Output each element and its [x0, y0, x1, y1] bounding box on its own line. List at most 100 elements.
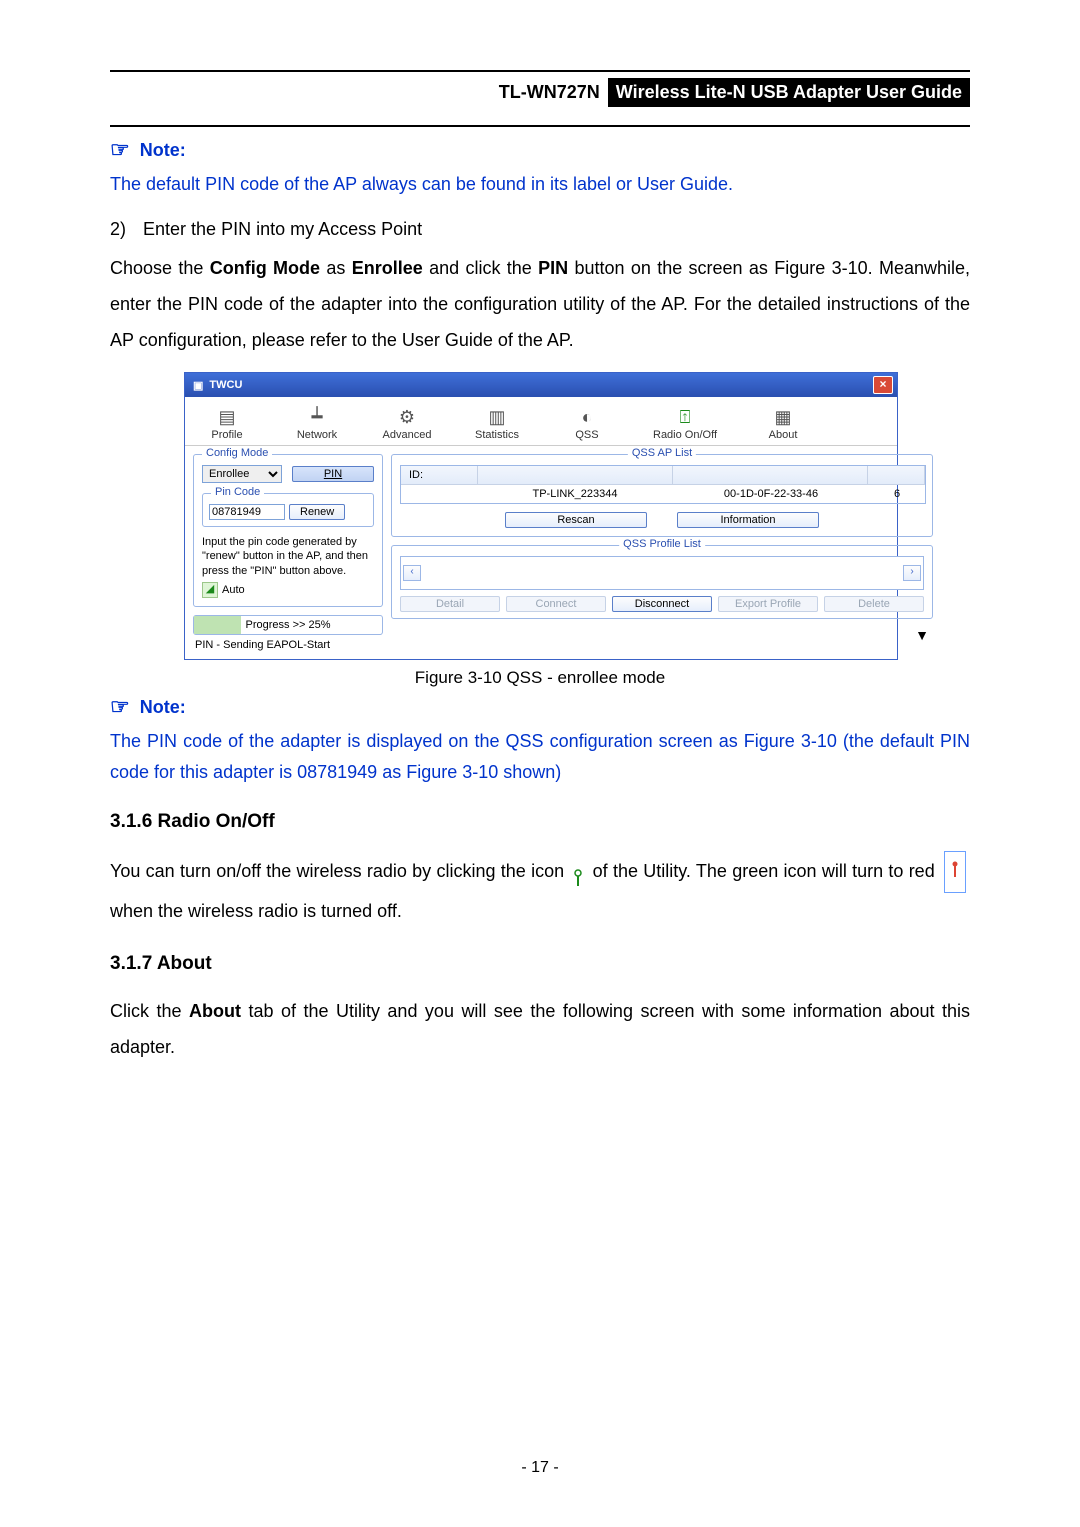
export-profile-button[interactable]: Export Profile	[718, 596, 818, 612]
ap-row[interactable]: TP-LINK_223344 00-1D-0F-22-33-46 6	[401, 485, 925, 503]
section-radio-title: 3.1.6 Radio On/Off	[110, 811, 970, 833]
profile-list-box: ‹ ›	[400, 556, 924, 590]
antenna-red-icon-box	[944, 851, 966, 893]
l: PIN	[324, 468, 342, 480]
tab-profile[interactable]: ▤Profile	[195, 405, 259, 441]
twcu-window: ▣ TWCU × ▤Profile ┷Network ⚙Advanced ▥St…	[184, 372, 898, 660]
cell-bssid: 00-1D-0F-22-33-46	[673, 485, 869, 503]
pin-hint: Input the pin code generated by "renew" …	[202, 535, 374, 578]
connect-button[interactable]: Connect	[506, 596, 606, 612]
tab-network[interactable]: ┷Network	[285, 405, 349, 441]
t: You can turn on/off the wireless radio b…	[110, 861, 569, 881]
detail-button[interactable]: Detail	[400, 596, 500, 612]
t: Choose the	[110, 258, 210, 278]
auto-icon[interactable]: ◢	[202, 582, 218, 598]
config-mode-group: Config Mode Enrollee PIN Pin Code Renew	[193, 454, 383, 607]
t: Click the	[110, 1001, 189, 1021]
qss-icon: ◐	[555, 405, 619, 429]
disconnect-button[interactable]: Disconnect	[612, 596, 712, 612]
figure-310: ▣ TWCU × ▤Profile ┷Network ⚙Advanced ▥St…	[184, 372, 896, 688]
auto-row: ◢ Auto	[202, 582, 374, 598]
gear-icon: ⚙	[375, 405, 439, 429]
delete-button[interactable]: Delete	[824, 596, 924, 612]
t: as	[320, 258, 352, 278]
right-column: QSS AP List ID: TP-LINK_223344	[391, 454, 933, 651]
qss-profile-list-title: QSS Profile List	[619, 538, 705, 550]
chevron-down-icon[interactable]: ▼	[391, 627, 933, 643]
section-about-para: Click the About tab of the Utility and y…	[110, 993, 970, 1065]
twcu-body: Config Mode Enrollee PIN Pin Code Renew	[185, 446, 897, 659]
pin-code-title: Pin Code	[211, 486, 264, 498]
config-mode-select[interactable]: Enrollee	[202, 465, 282, 483]
pin-code-group: Pin Code Renew	[202, 493, 374, 527]
auto-label: Auto	[222, 584, 245, 596]
rescan-button[interactable]: Rescan	[505, 512, 647, 528]
note-label: Note:	[140, 697, 186, 718]
l: About	[751, 429, 815, 441]
tab-statistics[interactable]: ▥Statistics	[465, 405, 529, 441]
section-radio-para: You can turn on/off the wireless radio b…	[110, 851, 970, 929]
t: and click the	[423, 258, 538, 278]
close-icon[interactable]: ×	[873, 376, 893, 394]
left-column: Config Mode Enrollee PIN Pin Code Renew	[193, 454, 383, 651]
step-number: 2)	[110, 214, 138, 245]
note-text-1: The default PIN code of the AP always ca…	[110, 169, 970, 200]
col-ssid	[478, 466, 673, 484]
note-heading-1: ☞ Note:	[110, 137, 970, 163]
document-page: TL-WN727N Wireless Lite-N USB Adapter Us…	[0, 0, 1080, 1527]
tab-radio[interactable]: ⍐Radio On/Off	[645, 405, 725, 441]
step-2: 2) Enter the PIN into my Access Point	[110, 214, 970, 245]
pointing-hand-icon: ☞	[110, 137, 130, 163]
para-choose: Choose the Config Mode as Enrollee and c…	[110, 250, 970, 358]
pin-button[interactable]: PIN	[292, 466, 374, 482]
header-model: TL-WN727N	[499, 82, 600, 103]
tab-advanced[interactable]: ⚙Advanced	[375, 405, 439, 441]
cell-id	[401, 485, 477, 503]
ap-btn-row: Rescan Information	[400, 512, 924, 528]
antenna-green-icon: ⍐	[645, 405, 725, 429]
t: Config Mode	[210, 258, 320, 278]
profile-icon: ▤	[195, 405, 259, 429]
page-number: - 17 -	[0, 1459, 1080, 1477]
qss-profile-list-group: QSS Profile List ‹ › Detail Connect Disc…	[391, 545, 933, 619]
pin-code-input[interactable]	[209, 504, 285, 520]
pointing-hand-icon: ☞	[110, 694, 130, 720]
step-text: Enter the PIN into my Access Point	[143, 219, 422, 239]
status-text: PIN - Sending EAPOL-Start	[193, 639, 383, 651]
t: About	[189, 1001, 241, 1021]
renew-button[interactable]: Renew	[289, 504, 345, 520]
config-mode-title: Config Mode	[202, 447, 272, 459]
qss-ap-list-title: QSS AP List	[628, 447, 696, 459]
ap-table: ID: TP-LINK_223344 00-1D-0F-22-33-46 6	[400, 465, 926, 504]
col-id: ID:	[401, 466, 478, 484]
l: Profile	[195, 429, 259, 441]
chart-icon: ▥	[465, 405, 529, 429]
col-ch	[868, 466, 925, 484]
scroll-right-icon[interactable]: ›	[903, 565, 921, 581]
bottom-buttons: Detail Connect Disconnect Export Profile…	[400, 596, 924, 612]
about-icon: ▦	[751, 405, 815, 429]
information-button[interactable]: Information	[677, 512, 819, 528]
tab-about[interactable]: ▦About	[751, 405, 815, 441]
scroll-left-icon[interactable]: ‹	[403, 565, 421, 581]
cell-ch: 6	[869, 485, 925, 503]
col-bssid	[673, 466, 868, 484]
l: Radio On/Off	[645, 429, 725, 441]
l: QSS	[555, 429, 619, 441]
l: Network	[285, 429, 349, 441]
t: when the wireless radio is turned off.	[110, 901, 402, 921]
ap-table-head: ID:	[401, 466, 925, 485]
page-header: TL-WN727N Wireless Lite-N USB Adapter Us…	[110, 70, 970, 107]
progress-bar: Progress >> 25%	[193, 615, 383, 635]
network-icon: ┷	[285, 405, 349, 429]
tab-qss[interactable]: ◐QSS	[555, 405, 619, 441]
l: Advanced	[375, 429, 439, 441]
twcu-title: TWCU	[209, 379, 242, 391]
header-rule	[110, 125, 970, 127]
note-text-2: The PIN code of the adapter is displayed…	[110, 726, 970, 787]
twcu-app-icon: ▣	[193, 379, 203, 392]
t: PIN	[538, 258, 568, 278]
note-label: Note:	[140, 140, 186, 161]
twcu-titlebar: ▣ TWCU ×	[185, 373, 897, 397]
header-title: Wireless Lite-N USB Adapter User Guide	[608, 78, 970, 107]
